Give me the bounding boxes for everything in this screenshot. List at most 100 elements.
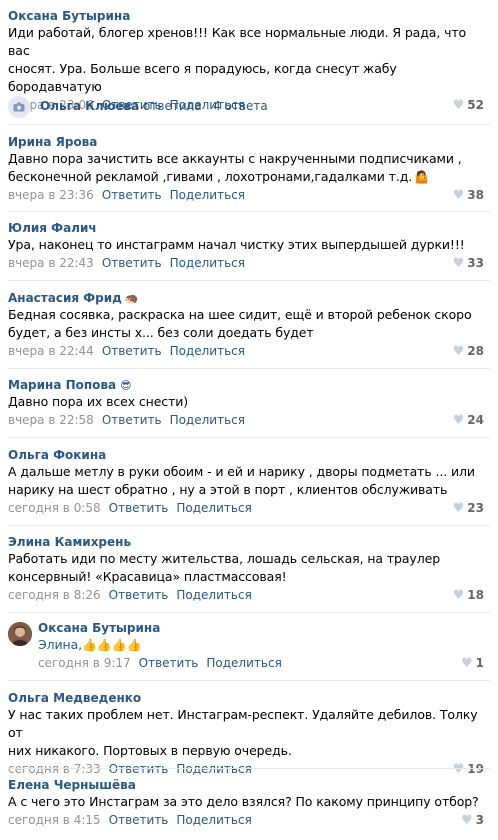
comment-text: А дальше метлу в руки обоим - и ей и нар… (8, 464, 475, 497)
replies-thread[interactable]: Ольга Клюева ответила · 4 ответа (8, 95, 268, 118)
reply-link[interactable]: Ответить (102, 344, 162, 358)
thumbs-up-emoji: 👍👍👍👍 (82, 638, 142, 652)
like-button[interactable]: ♥ 23 (453, 499, 484, 518)
divider (8, 211, 490, 212)
like-button[interactable]: ♥ 1 (461, 654, 484, 673)
comment-meta: сегодня в 4:15 Ответить Поделиться ♥ 3 (8, 811, 484, 829)
comment-author[interactable]: Юлия Фалич (8, 220, 484, 236)
comment-meta: сегодня в 9:17 Ответить Поделиться ♥ 1 (38, 654, 484, 672)
comment-text: Элина,👍👍👍👍 (38, 636, 484, 654)
like-count: 28 (467, 344, 484, 358)
divider (8, 280, 490, 281)
reply-link[interactable]: Ответить (102, 188, 162, 202)
avatar[interactable] (8, 622, 32, 646)
comment-text: Работать иди по месту жительства, лошадь… (8, 551, 441, 584)
comment-text: У нас таких проблем нет. Инстаграм-респе… (8, 707, 478, 758)
like-count: 24 (467, 413, 484, 427)
comment-text: Бедная сосявка, раскраска на шее сидит, … (8, 307, 472, 340)
divider (8, 680, 490, 681)
like-button[interactable]: ♥ 3 (461, 811, 484, 830)
sunglasses-emoji: 😎 (120, 379, 132, 392)
comment-author[interactable]: Оксана Бутырина (38, 620, 484, 636)
thread-count[interactable]: 4 ответа (213, 99, 268, 113)
thread-author[interactable]: Ольга Клюева (40, 99, 139, 113)
comment-time[interactable]: сегодня в 8:26 (8, 588, 101, 602)
comment-time[interactable]: сегодня в 9:17 (38, 656, 131, 670)
like-count: 33 (467, 256, 484, 270)
share-link[interactable]: Поделиться (176, 588, 251, 602)
like-count: 18 (467, 588, 484, 602)
comment-text: Ура, наконец то инстаграмм начал чистку … (8, 237, 465, 252)
like-count: 3 (475, 813, 484, 827)
comment: Елена Чернышёва А с чего это Инстаграм з… (0, 777, 498, 829)
comment: Юлия Фалич Ура, наконец то инстаграмм на… (0, 220, 498, 272)
share-link[interactable]: Поделиться (170, 256, 245, 270)
comment-time[interactable]: сегодня в 7:33 (8, 762, 101, 776)
comment-author: Марина Попова 😎 (8, 377, 484, 393)
author-name[interactable]: Марина Попова (8, 378, 116, 392)
thread-action: ответила (143, 99, 202, 113)
comment-meta: вчера в 23:36 Ответить Поделиться ♥ 38 (8, 186, 484, 204)
hedgehog-emoji: 🦔 (124, 292, 139, 305)
comment: Ольга Фокина А дальше метлу в руки обоим… (0, 447, 498, 517)
comment-time[interactable]: сегодня в 4:15 (8, 813, 101, 827)
comment-meta: вчера в 22:44 Ответить Поделиться ♥ 28 (8, 342, 484, 360)
reply-comment: Оксана Бутырина Элина,👍👍👍👍 сегодня в 9:1… (8, 620, 484, 672)
like-count: 1 (475, 656, 484, 670)
comment-author[interactable]: Елена Чернышёва (8, 777, 484, 793)
comment: Элина Камихрень Работать иди по месту жи… (0, 534, 498, 604)
reply-link[interactable]: Ответить (109, 762, 169, 776)
divider (8, 368, 490, 369)
heart-icon: ♥ (452, 98, 465, 113)
comment-author[interactable]: Ольга Фокина (8, 447, 484, 463)
comment-time[interactable]: вчера в 23:36 (8, 188, 94, 202)
heart-icon: ♥ (452, 413, 465, 428)
share-link[interactable]: Поделиться (176, 813, 251, 827)
heart-icon: ♥ (460, 813, 473, 828)
reply-mention[interactable]: Элина, (38, 637, 82, 652)
comment-text: Давно пора зачистить все аккаунты с накр… (8, 151, 462, 184)
share-link[interactable]: Поделиться (176, 762, 251, 776)
like-button[interactable]: ♥ 24 (453, 411, 484, 430)
comment-time[interactable]: вчера в 22:44 (8, 344, 94, 358)
comment-meta: сегодня в 7:33 Ответить Поделиться ♥ 19 (8, 760, 484, 778)
heart-icon: ♥ (452, 344, 465, 359)
share-link[interactable]: Поделиться (206, 656, 281, 670)
share-link[interactable]: Поделиться (170, 344, 245, 358)
like-count: 52 (467, 98, 484, 112)
shrug-emoji: 🤷 (414, 170, 429, 184)
like-button[interactable]: ♥ 52 (453, 96, 484, 115)
comment-author[interactable]: Ольга Медведенко (8, 690, 484, 706)
like-count: 19 (467, 762, 484, 776)
reply-link[interactable]: Ответить (109, 501, 169, 515)
comment-author: Анастасия Фрид 🦔 (8, 290, 484, 306)
reply-link[interactable]: Ответить (102, 256, 162, 270)
reply-link[interactable]: Ответить (109, 813, 169, 827)
reply-link[interactable]: Ответить (102, 413, 162, 427)
author-name[interactable]: Анастасия Фрид (8, 291, 122, 305)
comment-time[interactable]: сегодня в 0:58 (8, 501, 101, 515)
like-button[interactable]: ♥ 28 (453, 342, 484, 361)
comment-time[interactable]: вчера в 22:58 (8, 413, 94, 427)
heart-icon: ♥ (460, 656, 473, 671)
like-button[interactable]: ♥ 38 (453, 186, 484, 205)
comment-text: А с чего это Инстаграм за это дело взялс… (8, 794, 479, 809)
comment-author[interactable]: Оксана Бутырина (8, 8, 484, 24)
divider (8, 768, 490, 769)
share-link[interactable]: Поделиться (170, 413, 245, 427)
divider (8, 124, 490, 125)
reply-link[interactable]: Ответить (139, 656, 199, 670)
comment: Анастасия Фрид 🦔 Бедная сосявка, раскраск… (0, 290, 498, 360)
heart-icon: ♥ (452, 256, 465, 271)
share-link[interactable]: Поделиться (176, 501, 251, 515)
reply-link[interactable]: Ответить (109, 588, 169, 602)
camera-icon (8, 95, 30, 118)
comment-author[interactable]: Ирина Ярова (8, 134, 484, 150)
share-link[interactable]: Поделиться (170, 188, 245, 202)
comment-author[interactable]: Элина Камихрень (8, 534, 484, 550)
like-count: 23 (467, 501, 484, 515)
like-button[interactable]: ♥ 33 (453, 254, 484, 273)
like-button[interactable]: ♥ 18 (453, 586, 484, 605)
like-count: 38 (467, 188, 484, 202)
comment-time[interactable]: вчера в 22:43 (8, 256, 94, 270)
